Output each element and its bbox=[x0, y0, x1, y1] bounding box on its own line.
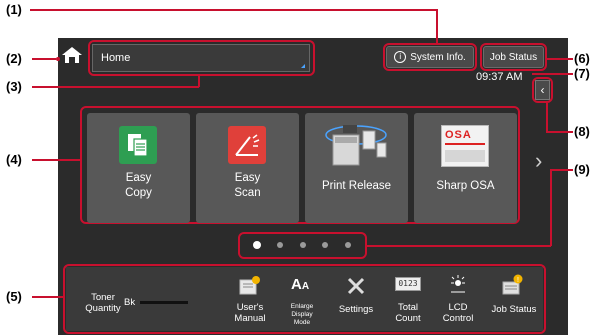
easy-scan-label-1: Easy bbox=[234, 172, 261, 184]
callout-1-highlight bbox=[383, 43, 477, 71]
clock-time: 09:37 AM bbox=[476, 71, 523, 83]
leader-9-h bbox=[550, 169, 573, 171]
lcd-label-1: LCD bbox=[448, 302, 468, 313]
leader-9-v bbox=[550, 169, 552, 246]
callout-9: (9) bbox=[574, 162, 590, 177]
svg-text:!: ! bbox=[517, 277, 519, 284]
leader-1-v bbox=[436, 9, 438, 43]
lcd-control-button[interactable]: LCD Control bbox=[436, 270, 480, 330]
toner-bk-label: Bk bbox=[124, 297, 136, 308]
callout-4: (4) bbox=[6, 152, 22, 167]
callout-3: (3) bbox=[6, 79, 22, 94]
next-page-arrow[interactable]: › bbox=[535, 150, 549, 174]
print-release-label: Print Release bbox=[321, 180, 392, 192]
leader-5 bbox=[32, 296, 63, 298]
enlarge-label-3: Mode bbox=[293, 319, 311, 326]
lcd-label-2: Control bbox=[442, 313, 474, 324]
bottom-job-status-label: Job Status bbox=[491, 304, 537, 315]
leader-1-h bbox=[30, 9, 437, 11]
sharp-osa-label: Sharp OSA bbox=[436, 180, 495, 192]
leader-8-v bbox=[546, 103, 548, 132]
enlarge-display-mode-button[interactable]: AA Enlarge Display Mode bbox=[282, 270, 322, 332]
leader-9-b bbox=[367, 245, 551, 247]
toner-label-1: Toner bbox=[91, 292, 115, 303]
settings-tools-icon bbox=[346, 276, 366, 296]
callout-3-highlight bbox=[88, 40, 315, 76]
easy-copy-icon bbox=[119, 126, 157, 164]
callout-2: (2) bbox=[6, 51, 22, 66]
settings-label: Settings bbox=[338, 304, 374, 315]
users-manual-button[interactable]: User's Manual bbox=[228, 270, 272, 330]
callout-5: (5) bbox=[6, 289, 22, 304]
enlarge-text-icon: AA bbox=[291, 276, 310, 293]
counter-digits: 0123 bbox=[398, 279, 418, 288]
callout-6: (6) bbox=[574, 51, 590, 66]
leader-6 bbox=[547, 58, 573, 60]
book-icon bbox=[239, 276, 261, 296]
enlarge-label-2: Display bbox=[291, 311, 313, 318]
pager-highlight bbox=[238, 232, 367, 259]
toner-level-bar bbox=[140, 301, 188, 304]
counter-icon: 0123 bbox=[395, 277, 421, 291]
leader-3-v bbox=[198, 76, 200, 87]
osa-logo-text: OSA bbox=[445, 129, 472, 141]
chevron-right-icon: › bbox=[535, 148, 543, 173]
easy-copy-label-2: Copy bbox=[125, 187, 152, 199]
easy-copy-label-1: Easy bbox=[125, 172, 152, 184]
callout-7: (7) bbox=[574, 66, 590, 81]
users-manual-label-2: Manual bbox=[234, 313, 266, 324]
easy-scan-label-2: Scan bbox=[234, 187, 261, 199]
brightness-icon bbox=[448, 274, 468, 296]
app-tile-easy-copy[interactable]: Easy Copy bbox=[87, 113, 190, 223]
total-count-button[interactable]: 0123 Total Count bbox=[388, 270, 428, 330]
leader-8 bbox=[546, 131, 573, 133]
home-icon[interactable] bbox=[60, 44, 84, 66]
leader-2-dot bbox=[56, 57, 60, 61]
callout-1: (1) bbox=[6, 2, 22, 17]
app-tile-sharp-osa[interactable]: OSA Sharp OSA bbox=[414, 113, 517, 223]
print-release-icon bbox=[323, 121, 389, 167]
easy-scan-icon bbox=[228, 126, 266, 164]
sharp-osa-icon: OSA bbox=[441, 125, 489, 167]
leader-7 bbox=[532, 73, 573, 75]
total-count-label-2: Count bbox=[395, 313, 421, 324]
bottom-job-status-button[interactable]: ! Job Status bbox=[488, 270, 540, 330]
app-tile-print-release[interactable]: Print Release bbox=[305, 113, 408, 223]
leader-3-h bbox=[32, 86, 199, 88]
enlarge-label-1: Enlarge bbox=[290, 303, 314, 310]
leader-2 bbox=[32, 58, 56, 60]
settings-button[interactable]: Settings bbox=[332, 270, 380, 330]
job-status-icon: ! bbox=[502, 274, 524, 296]
callout-8: (8) bbox=[574, 124, 590, 139]
callout-8-highlight bbox=[532, 77, 553, 103]
leader-4 bbox=[32, 159, 80, 161]
app-tile-easy-scan[interactable]: Easy Scan bbox=[196, 113, 299, 223]
toner-label-2: Quantity bbox=[85, 303, 121, 314]
total-count-label-1: Total bbox=[397, 302, 419, 313]
users-manual-label-1: User's bbox=[236, 302, 264, 313]
callout-6-highlight bbox=[480, 43, 547, 71]
